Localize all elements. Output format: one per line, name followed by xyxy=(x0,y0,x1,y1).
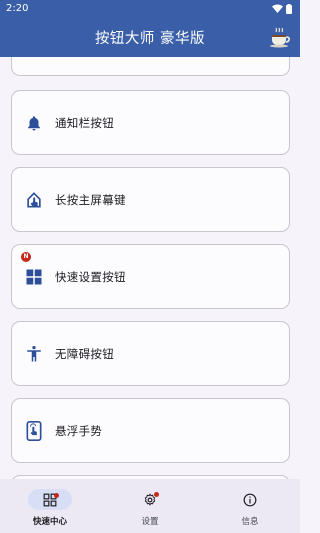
nav-label: 信息 xyxy=(241,517,259,527)
status-bar: 2:20 xyxy=(0,0,300,17)
feature-card-partial[interactable] xyxy=(11,57,290,76)
new-badge: N xyxy=(21,251,31,262)
feature-card-floating-gesture[interactable]: 悬浮手势 xyxy=(11,398,290,463)
feature-label: 长按主屏幕键 xyxy=(55,192,126,207)
feature-list[interactable]: 通知栏按钮 长按主屏幕键 N 快速设置按钮 无障碍按钮 悬浮手势 xyxy=(0,57,300,479)
nav-indicator xyxy=(128,489,172,510)
app-bar: 按钮大师 豪华版 xyxy=(0,17,300,57)
battery-icon xyxy=(286,3,292,14)
nav-label: 设置 xyxy=(141,517,159,527)
notification-dot xyxy=(54,493,59,498)
accessibility-icon xyxy=(23,343,45,365)
feature-card-long-press-home[interactable]: 长按主屏幕键 xyxy=(11,167,290,232)
wifi-icon xyxy=(272,4,283,13)
bottom-navigation: 快速中心 设置 信息 xyxy=(0,479,300,533)
nav-info[interactable]: 信息 xyxy=(200,479,300,533)
feature-label: 通知栏按钮 xyxy=(55,115,114,130)
feature-label: 悬浮手势 xyxy=(55,423,103,438)
status-icons xyxy=(272,3,292,14)
bell-icon xyxy=(23,112,45,134)
nav-indicator xyxy=(228,489,272,510)
app-title: 按钮大师 豪华版 xyxy=(94,30,206,47)
coffee-cup-icon[interactable] xyxy=(268,25,292,49)
feature-card-accessibility-button[interactable]: 无障碍按钮 xyxy=(11,321,290,386)
info-icon xyxy=(243,493,257,506)
feature-card-notification-button[interactable]: 通知栏按钮 xyxy=(11,90,290,155)
nav-quick-center[interactable]: 快速中心 xyxy=(0,479,100,533)
nav-settings[interactable]: 设置 xyxy=(100,479,200,533)
feature-label: 快速设置按钮 xyxy=(55,269,126,284)
nav-indicator xyxy=(28,489,72,510)
feature-label: 无障碍按钮 xyxy=(55,346,114,361)
feature-card-quick-settings[interactable]: N 快速设置按钮 xyxy=(11,244,290,309)
home-touch-icon xyxy=(23,189,45,211)
grid-icon: N xyxy=(21,251,45,288)
status-time: 2:20 xyxy=(6,3,29,14)
phone-gesture-icon xyxy=(23,420,45,442)
notification-dot xyxy=(154,492,159,497)
nav-label: 快速中心 xyxy=(32,517,67,527)
